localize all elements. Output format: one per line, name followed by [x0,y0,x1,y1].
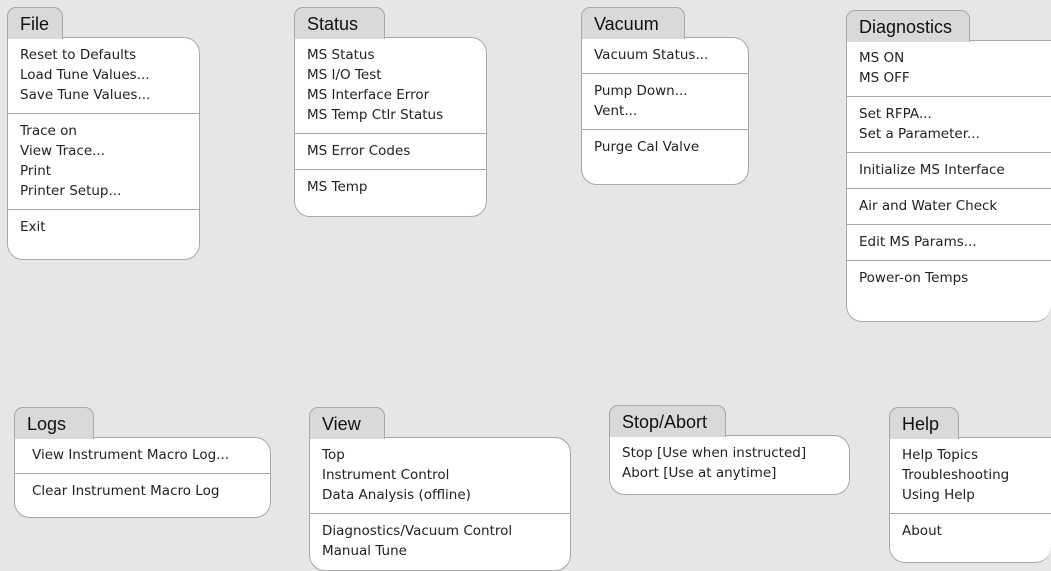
menu-item-edit-ms-params[interactable]: Edit MS Params... [859,232,1041,252]
logs-group-2: Clear Instrument Macro Log [15,474,270,509]
view-group-1: Top Instrument Control Data Analysis (of… [310,438,570,514]
menu-item-printer-setup[interactable]: Printer Setup... [20,181,189,201]
vacuum-menu-title: Vacuum [594,14,659,34]
menu-item-ms-temp[interactable]: MS Temp [307,177,476,197]
menu-item-stop[interactable]: Stop [Use when instructed] [622,443,839,463]
file-group-3: Exit [8,210,199,245]
diagnostics-group-4: Air and Water Check [847,189,1051,225]
file-group-1: Reset to Defaults Load Tune Values... Sa… [8,38,199,114]
help-group-1: Help Topics Troubleshooting Using Help [890,438,1051,514]
menu-item-print[interactable]: Print [20,161,189,181]
vacuum-menu-panel: Vacuum Status... Pump Down... Vent... Pu… [581,37,749,185]
menu-item-view-instrument-macro-log[interactable]: View Instrument Macro Log... [32,445,260,465]
view-menu-title: View [322,414,361,434]
status-group-1: MS Status MS I/O Test MS Interface Error… [295,38,486,134]
menu-item-ms-status[interactable]: MS Status [307,45,476,65]
menu-item-about[interactable]: About [902,521,1041,541]
status-menu-title: Status [307,14,359,34]
vacuum-group-3: Purge Cal Valve [582,130,748,165]
menu-item-save-tune-values[interactable]: Save Tune Values... [20,85,189,105]
logs-group-1: View Instrument Macro Log... [15,438,270,474]
vacuum-group-2: Pump Down... Vent... [582,74,748,130]
menu-item-instrument-control[interactable]: Instrument Control [322,465,560,485]
menu-item-trace-on[interactable]: Trace on [20,121,189,141]
file-menu-tab[interactable]: File [7,7,63,39]
diagnostics-menu-tab[interactable]: Diagnostics [846,10,970,42]
menu-item-set-a-parameter[interactable]: Set a Parameter... [859,124,1041,144]
menu-item-abort[interactable]: Abort [Use at anytime] [622,463,839,483]
help-menu-tab[interactable]: Help [889,407,959,439]
file-menu-title: File [20,14,50,34]
stop-abort-menu-tab[interactable]: Stop/Abort [609,405,726,437]
menu-item-reset-to-defaults[interactable]: Reset to Defaults [20,45,189,65]
file-group-2: Trace on View Trace... Print Printer Set… [8,114,199,210]
menu-item-power-on-temps[interactable]: Power-on Temps [859,268,1041,288]
menu-item-air-and-water-check[interactable]: Air and Water Check [859,196,1041,216]
status-menu-panel: MS Status MS I/O Test MS Interface Error… [294,37,487,217]
logs-menu-title: Logs [27,414,67,434]
menu-item-ms-interface-error[interactable]: MS Interface Error [307,85,476,105]
help-group-2: About [890,514,1051,549]
menu-item-vent[interactable]: Vent... [594,101,738,121]
diagnostics-group-1: MS ON MS OFF [847,41,1051,97]
menu-item-initialize-ms-interface[interactable]: Initialize MS Interface [859,160,1041,180]
menu-item-vacuum-status[interactable]: Vacuum Status... [594,45,738,65]
help-menu-title: Help [902,414,940,434]
logs-menu-panel: View Instrument Macro Log... Clear Instr… [14,437,271,518]
menu-item-load-tune-values[interactable]: Load Tune Values... [20,65,189,85]
menu-item-troubleshooting[interactable]: Troubleshooting [902,465,1041,485]
menu-item-manual-tune[interactable]: Manual Tune [322,541,560,561]
menu-item-help-topics[interactable]: Help Topics [902,445,1041,465]
vacuum-group-1: Vacuum Status... [582,38,748,74]
stop-abort-menu-panel: Stop [Use when instructed] Abort [Use at… [609,435,850,495]
view-menu-tab[interactable]: View [309,407,385,439]
view-group-2: Diagnostics/Vacuum Control Manual Tune [310,514,570,569]
menu-item-top[interactable]: Top [322,445,560,465]
menu-item-using-help[interactable]: Using Help [902,485,1041,505]
menu-item-set-rfpa[interactable]: Set RFPA... [859,104,1041,124]
menu-item-ms-io-test[interactable]: MS I/O Test [307,65,476,85]
vacuum-menu-tab[interactable]: Vacuum [581,7,685,39]
menu-item-clear-instrument-macro-log[interactable]: Clear Instrument Macro Log [32,481,260,501]
diagnostics-group-5: Edit MS Params... [847,225,1051,261]
diagnostics-group-6: Power-on Temps [847,261,1051,296]
diagnostics-menu-panel: MS ON MS OFF Set RFPA... Set a Parameter… [846,40,1051,322]
view-menu-panel: Top Instrument Control Data Analysis (of… [309,437,571,571]
menu-item-purge-cal-valve[interactable]: Purge Cal Valve [594,137,738,157]
status-group-2: MS Error Codes [295,134,486,170]
stop-abort-menu-title: Stop/Abort [622,412,708,432]
menu-item-data-analysis-offline[interactable]: Data Analysis (offline) [322,485,560,505]
help-menu-panel: Help Topics Troubleshooting Using Help A… [889,437,1051,563]
status-menu-tab[interactable]: Status [294,7,385,39]
diagnostics-group-3: Initialize MS Interface [847,153,1051,189]
stop-abort-group-1: Stop [Use when instructed] Abort [Use at… [610,436,849,491]
status-group-3: MS Temp [295,170,486,205]
menu-item-diagnostics-vacuum-control[interactable]: Diagnostics/Vacuum Control [322,521,560,541]
menu-item-pump-down[interactable]: Pump Down... [594,81,738,101]
menu-item-ms-temp-ctlr-status[interactable]: MS Temp Ctlr Status [307,105,476,125]
menu-item-view-trace[interactable]: View Trace... [20,141,189,161]
menu-item-exit[interactable]: Exit [20,217,189,237]
diagnostics-menu-title: Diagnostics [859,17,953,37]
diagnostics-group-2: Set RFPA... Set a Parameter... [847,97,1051,153]
menu-item-ms-on[interactable]: MS ON [859,48,1041,68]
file-menu-panel: Reset to Defaults Load Tune Values... Sa… [7,37,200,260]
menu-item-ms-error-codes[interactable]: MS Error Codes [307,141,476,161]
menu-item-ms-off[interactable]: MS OFF [859,68,1041,88]
logs-menu-tab[interactable]: Logs [14,407,94,439]
